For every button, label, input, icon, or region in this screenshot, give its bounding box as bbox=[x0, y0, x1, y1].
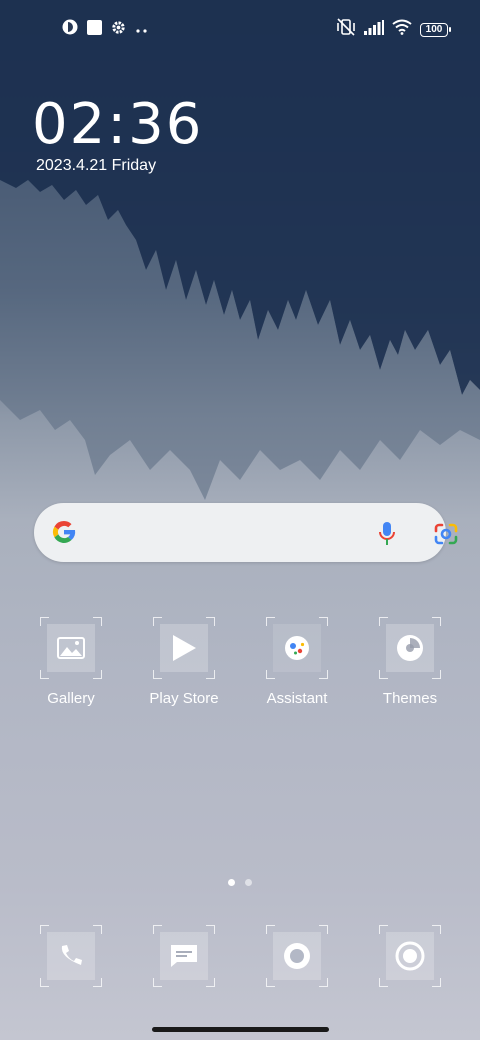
vibrate-off-icon bbox=[336, 18, 356, 41]
more-dots-icon bbox=[135, 21, 149, 39]
settings-gear-icon bbox=[111, 20, 126, 40]
google-lens-icon[interactable] bbox=[433, 522, 459, 551]
wifi-icon bbox=[392, 19, 412, 40]
notification-app-icon bbox=[62, 19, 78, 40]
battery-icon: 100 bbox=[420, 22, 451, 37]
page-dot-active bbox=[228, 879, 235, 886]
themes-icon bbox=[386, 624, 434, 672]
microphone-icon[interactable] bbox=[378, 521, 396, 552]
assistant-icon bbox=[273, 624, 321, 672]
app-label: Assistant bbox=[266, 690, 328, 707]
wallpaper-forest bbox=[0, 0, 480, 500]
app-label: Themes bbox=[382, 690, 438, 707]
google-g-icon bbox=[50, 518, 78, 551]
browser-icon bbox=[273, 932, 321, 980]
page-indicator bbox=[228, 879, 252, 886]
phone-icon bbox=[47, 932, 95, 980]
app-play-store[interactable]: Play Store bbox=[134, 617, 234, 707]
signal-icon bbox=[364, 19, 384, 40]
camera-icon bbox=[386, 932, 434, 980]
app-icon-frame bbox=[40, 617, 102, 679]
status-bar: 100 bbox=[0, 0, 480, 56]
app-themes[interactable]: Themes bbox=[360, 617, 460, 707]
app-icon-frame bbox=[153, 617, 215, 679]
app-label: Gallery bbox=[47, 690, 95, 707]
app-icon-frame bbox=[266, 925, 328, 987]
dock-camera[interactable] bbox=[360, 925, 460, 987]
dock-messages[interactable] bbox=[134, 925, 234, 987]
play-store-icon bbox=[160, 624, 208, 672]
square-notification-icon bbox=[87, 19, 102, 40]
app-icon-frame bbox=[379, 617, 441, 679]
app-icon-frame bbox=[40, 925, 102, 987]
gallery-icon bbox=[47, 624, 95, 672]
app-icon-frame bbox=[379, 925, 441, 987]
app-gallery[interactable]: Gallery bbox=[21, 617, 121, 707]
app-icon-frame bbox=[266, 617, 328, 679]
google-search-bar[interactable] bbox=[34, 503, 458, 562]
dock-browser[interactable] bbox=[247, 925, 347, 987]
gesture-nav-handle[interactable] bbox=[152, 1027, 329, 1032]
clock-time[interactable]: 02:36 bbox=[32, 92, 203, 157]
app-assistant[interactable]: Assistant bbox=[247, 617, 347, 707]
page-dot bbox=[245, 879, 252, 886]
app-icon-frame bbox=[153, 925, 215, 987]
dock-phone[interactable] bbox=[21, 925, 121, 987]
messages-icon bbox=[160, 932, 208, 980]
clock-date[interactable]: 2023.4.21 Friday bbox=[36, 157, 156, 175]
app-label: Play Store bbox=[149, 690, 219, 707]
